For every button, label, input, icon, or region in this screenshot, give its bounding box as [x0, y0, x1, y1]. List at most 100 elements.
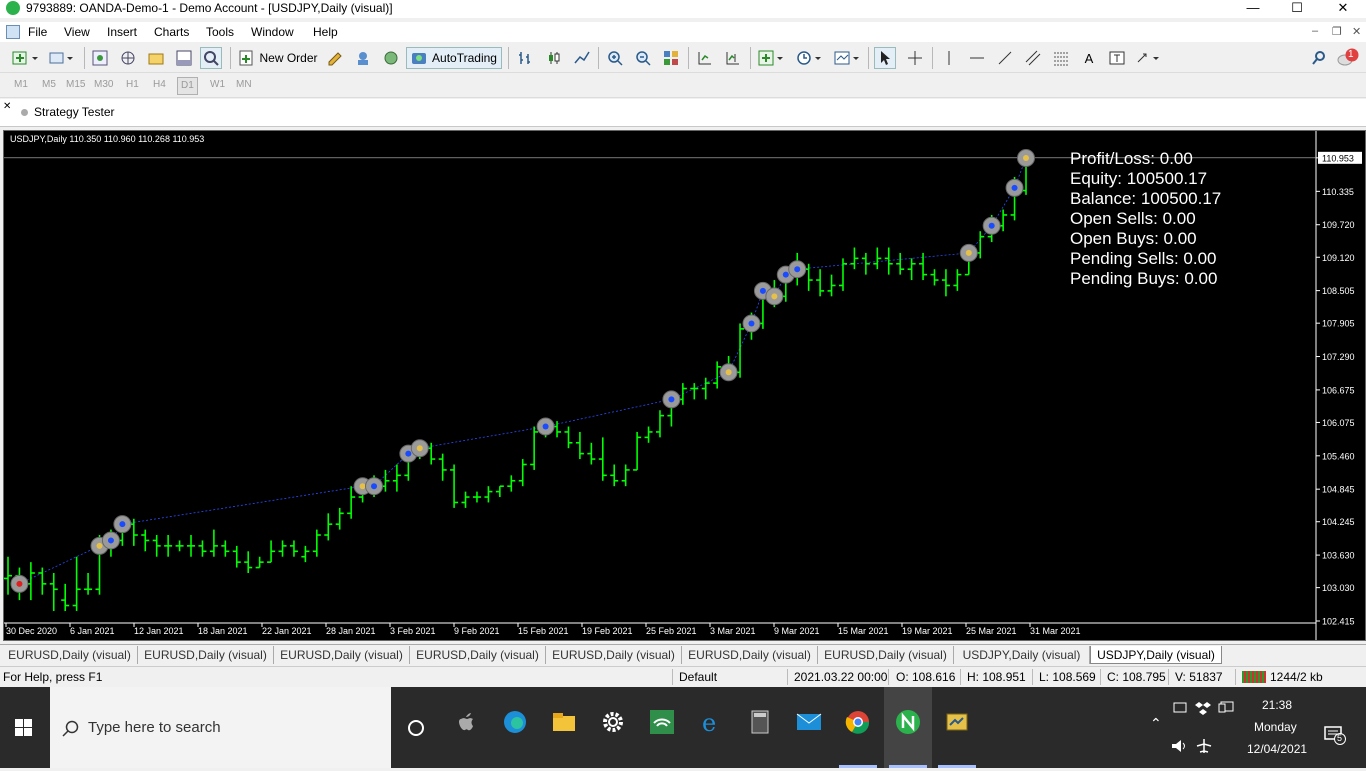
equidistant-channel-icon[interactable] [1022, 47, 1044, 69]
tab-chart[interactable]: EURUSD,Daily (visual) [2, 646, 138, 664]
menu-insert[interactable]: Insert [107, 25, 137, 39]
action-center-icon[interactable] [1324, 725, 1346, 745]
candlestick-icon[interactable] [543, 47, 565, 69]
search-icon[interactable] [1308, 47, 1330, 69]
menu-file[interactable]: File [28, 25, 47, 39]
mdi-close-icon[interactable]: ✕ [1352, 25, 1361, 38]
data-window-icon[interactable] [118, 47, 138, 69]
text-label-icon[interactable] [1106, 47, 1128, 69]
menu-window[interactable]: Window [251, 25, 294, 39]
oanda-icon[interactable] [895, 709, 921, 735]
x-tick-label: 9 Mar 2021 [774, 626, 820, 636]
signals-icon[interactable] [353, 47, 373, 69]
tab-chart[interactable]: EURUSD,Daily (visual) [410, 646, 546, 664]
strategy-tester-icon[interactable] [200, 47, 222, 69]
arrows-icon[interactable] [1134, 47, 1166, 69]
menu-help[interactable]: Help [313, 25, 338, 39]
line-chart-icon[interactable] [571, 47, 593, 69]
tf-w1[interactable]: W1 [210, 79, 225, 90]
horizontal-line-icon[interactable] [966, 47, 988, 69]
clock-time[interactable]: 21:38 [1262, 698, 1292, 712]
status-volume: V: 51837 [1175, 670, 1223, 684]
autotrading-button[interactable]: AutoTrading [406, 47, 502, 69]
tab-chart[interactable]: EURUSD,Daily (visual) [682, 646, 818, 664]
tf-mn[interactable]: MN [236, 79, 252, 90]
tf-m30[interactable]: M30 [94, 79, 113, 90]
tester-app-icon[interactable] [944, 709, 970, 735]
indicators-icon[interactable] [756, 47, 788, 69]
mdi-minimize-icon[interactable]: – [1312, 25, 1318, 37]
settings-icon[interactable] [600, 709, 626, 735]
tab-chart[interactable]: EURUSD,Daily (visual) [818, 646, 954, 664]
menu-tools[interactable]: Tools [206, 25, 234, 39]
tray-overflow-icon[interactable]: ⌃ [1150, 715, 1162, 732]
tab-chart[interactable]: EURUSD,Daily (visual) [274, 646, 410, 664]
mail-icon[interactable] [796, 709, 822, 735]
trendline-icon[interactable] [994, 47, 1016, 69]
new-order-button[interactable]: New Order [236, 47, 320, 69]
internet-explorer-icon[interactable]: e [698, 709, 724, 735]
tab-chart[interactable]: USDJPY,Daily (visual) [954, 646, 1090, 664]
cortana-icon[interactable] [406, 718, 426, 738]
profiles-icon[interactable] [48, 47, 78, 69]
bar-chart-icon[interactable] [514, 47, 536, 69]
airplane-mode-icon[interactable] [1195, 738, 1213, 754]
minimize-button[interactable]: — [1230, 0, 1276, 18]
terminal-icon[interactable] [174, 47, 194, 69]
menu-view[interactable]: View [64, 25, 90, 39]
autotrading-label: AutoTrading [432, 51, 497, 65]
start-button[interactable] [0, 687, 50, 768]
clock-day[interactable]: Monday [1254, 720, 1297, 734]
chrome-icon[interactable] [845, 709, 871, 735]
crosshair-icon[interactable] [904, 47, 926, 69]
apple-icon[interactable] [453, 709, 479, 735]
tab-chart-active[interactable]: USDJPY,Daily (visual) [1090, 646, 1222, 664]
chart-icon[interactable] [6, 25, 20, 39]
display-icon[interactable] [1218, 699, 1238, 715]
zoom-in-icon[interactable] [604, 47, 626, 69]
tester-close-icon[interactable]: ✕ [3, 101, 11, 112]
new-chart-icon[interactable] [10, 47, 42, 69]
clock-date[interactable]: 12/04/2021 [1247, 742, 1307, 756]
calculator-icon[interactable] [747, 709, 773, 735]
file-explorer-icon[interactable] [551, 709, 577, 735]
tf-m5[interactable]: M5 [42, 79, 56, 90]
tile-windows-icon[interactable] [660, 47, 682, 69]
menu-charts[interactable]: Charts [154, 25, 189, 39]
tab-chart[interactable]: EURUSD,Daily (visual) [138, 646, 274, 664]
maximize-button[interactable]: ☐ [1274, 0, 1320, 18]
fibonacci-icon[interactable] [1050, 47, 1072, 69]
meet-icon[interactable] [1172, 699, 1188, 715]
navigator-icon[interactable] [146, 47, 166, 69]
market-icon[interactable] [381, 47, 401, 69]
status-bar: For Help, press F1 Default 2021.03.22 00… [0, 666, 1366, 686]
metaeditor-icon[interactable] [325, 47, 345, 69]
notifications-icon[interactable]: 1 [1336, 47, 1362, 69]
tf-m1[interactable]: M1 [14, 79, 28, 90]
network-app-icon[interactable] [649, 709, 675, 735]
volume-icon[interactable] [1170, 738, 1188, 754]
trade-link-line [797, 252, 969, 270]
dropbox-icon[interactable] [1195, 699, 1211, 715]
tf-d1[interactable]: D1 [177, 77, 198, 95]
x-tick-label: 19 Mar 2021 [902, 626, 953, 636]
chart-area[interactable]: 110.953 110.335 109.720 109.120 108.505 107.9… [3, 130, 1366, 641]
chart-shift-icon[interactable] [722, 47, 744, 69]
strategy-tester-label[interactable]: Strategy Tester [34, 105, 114, 119]
auto-scroll-icon[interactable] [694, 47, 716, 69]
search-box[interactable]: Type here to search [50, 687, 391, 768]
periods-icon[interactable] [794, 47, 826, 69]
cursor-icon[interactable] [874, 47, 896, 69]
tf-m15[interactable]: M15 [66, 79, 85, 90]
close-button[interactable]: ✕ [1320, 0, 1366, 18]
mdi-restore-icon[interactable]: ❐ [1332, 25, 1342, 38]
tab-chart[interactable]: EURUSD,Daily (visual) [546, 646, 682, 664]
text-icon[interactable]: A [1078, 47, 1100, 69]
tf-h1[interactable]: H1 [126, 79, 139, 90]
zoom-out-icon[interactable] [632, 47, 654, 69]
edge-icon[interactable] [502, 709, 528, 735]
templates-icon[interactable] [832, 47, 864, 69]
vertical-line-icon[interactable] [938, 47, 960, 69]
market-watch-icon[interactable] [90, 47, 110, 69]
tf-h4[interactable]: H4 [153, 79, 166, 90]
